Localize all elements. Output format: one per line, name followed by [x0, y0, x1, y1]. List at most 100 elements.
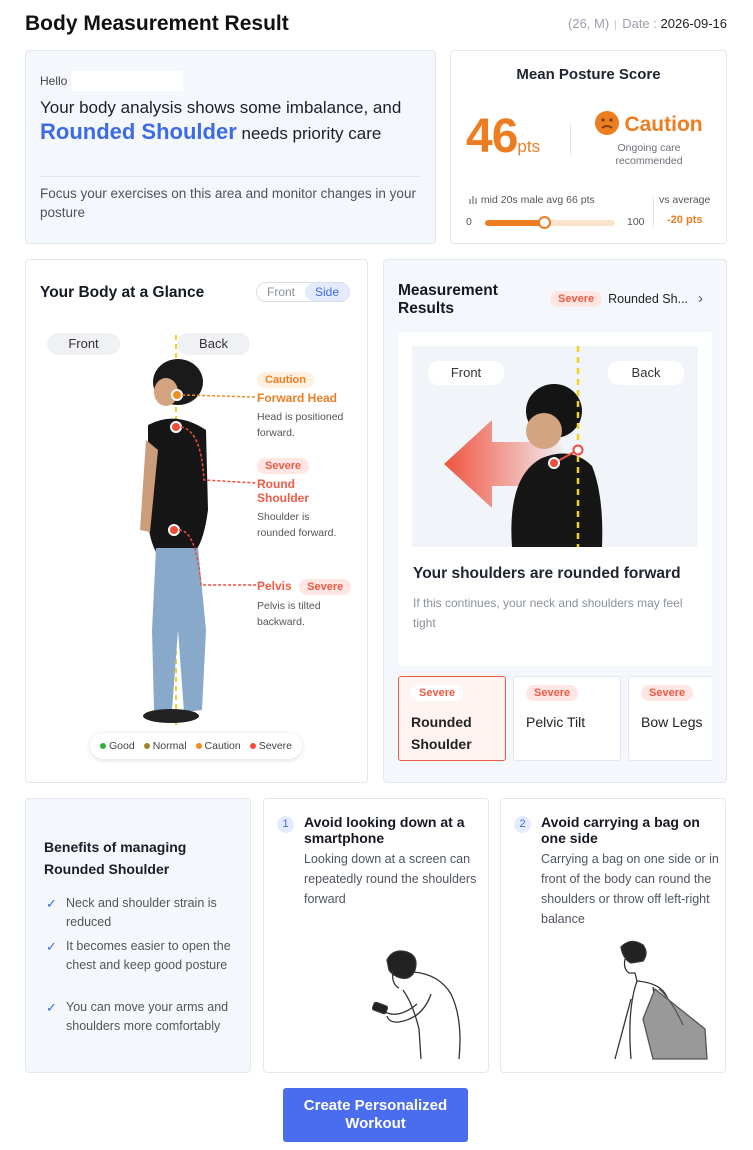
view-toggle[interactable]: Front Side — [256, 282, 351, 302]
tip-title: Avoid carrying a bag on one side — [541, 814, 700, 846]
finding-desc: Shoulder is rounded forward. — [257, 511, 337, 539]
divider — [570, 123, 571, 155]
date-label: Date : — [622, 16, 657, 31]
severe-badge: Severe — [411, 685, 464, 701]
results-title: Measurement Results — [398, 282, 498, 317]
tab-name: Pelvic Tilt — [526, 714, 586, 730]
frown-face-icon — [595, 111, 619, 135]
severe-badge: Severe — [257, 458, 310, 474]
caution-dot-icon — [195, 743, 202, 750]
severe-badge: Severe — [299, 579, 352, 595]
result-detail-panel: Front Back Your shoulders are rounded fo… — [398, 332, 712, 666]
bar-chart-icon — [469, 196, 477, 204]
result-tab-pelvic-tilt[interactable]: Severe Pelvic Tilt — [513, 676, 621, 761]
benefit-item: It becomes easier to open the chest and … — [66, 939, 231, 972]
result-heading: Your shoulders are rounded forward — [413, 565, 681, 582]
measurement-results-card: Measurement Results Severe Rounded Sh...… — [383, 259, 727, 783]
finding-pelvis: Pelvis Severe Pelvis is tilted backward. — [257, 577, 367, 630]
status-legend: Good Normal Caution Severe — [90, 733, 303, 759]
status-label: Caution — [624, 113, 703, 136]
score-value-group: 46pts — [466, 109, 540, 164]
user-name-redacted — [71, 71, 184, 91]
divider — [40, 176, 420, 177]
result-tab-rounded-shoulder[interactable]: Severe Rounded Shoulder — [398, 676, 506, 761]
score-slider-knob — [538, 216, 552, 229]
result-image: Front Back — [412, 346, 698, 547]
scale-min: 0 — [466, 216, 472, 228]
finding-desc: Head is positioned forward. — [257, 411, 344, 439]
create-workout-button[interactable]: Create Personalized Workout — [283, 1088, 468, 1142]
tip-desc: Looking down at a screen can repeatedly … — [304, 852, 477, 906]
tip-card-2: 2 Avoid carrying a bag on one side Carry… — [500, 798, 726, 1073]
divider — [653, 197, 654, 227]
header-meta: (26, M) Date : 2026-09-16 — [568, 16, 727, 31]
vs-value: -20 pts — [667, 214, 703, 226]
benefit-item: You can move your arms and shoulders mor… — [66, 1000, 229, 1033]
chevron-right-icon[interactable]: › — [698, 290, 703, 307]
score-unit: pts — [517, 137, 541, 156]
result-selector[interactable]: Severe Rounded Sh... › — [550, 290, 703, 307]
severe-dot-icon — [249, 743, 256, 750]
check-icon: ✓ — [46, 939, 57, 954]
shoulder-closeup-figure — [444, 346, 603, 547]
finding-round-shoulder: Severe Round Shoulder Shoulder is rounde… — [257, 456, 367, 541]
summary-headline: Your body analysis shows some imbalance,… — [40, 96, 415, 146]
avg-label: mid 20s male avg 66 pts — [480, 194, 595, 206]
benefits-card: Benefits of managing Rounded Shoulder ✓ … — [25, 798, 251, 1073]
user-info: (26, M) — [568, 16, 610, 31]
score-card: Mean Posture Score 46pts Caution Ongoing… — [450, 50, 727, 244]
status-group: Caution — [594, 110, 703, 137]
score-value: 46 — [466, 110, 518, 163]
caution-badge: Caution — [257, 372, 314, 388]
headline-post: needs priority care — [241, 124, 382, 143]
tip-number: 1 — [277, 816, 294, 833]
finding-name: Pelvis — [257, 579, 292, 593]
legend-normal: Normal — [143, 740, 187, 752]
hello-label: Hello — [40, 74, 68, 89]
front-label: Front — [47, 333, 120, 355]
severe-badge: Severe — [550, 290, 603, 307]
tip-number: 2 — [514, 816, 531, 833]
person-bag-illustration — [614, 940, 708, 1060]
finding-name: Forward Head — [257, 391, 338, 405]
finding-name: Round Shoulder — [257, 477, 310, 505]
person-phone-illustration — [371, 950, 461, 1060]
selected-result: Rounded Sh... — [608, 291, 689, 306]
normal-dot-icon — [143, 743, 150, 750]
result-tab-bow-legs[interactable]: Severe Bow Legs — [628, 676, 712, 761]
page-title: Body Measurement Result — [25, 12, 289, 35]
benefit-item: Neck and shoulder strain is reduced — [66, 896, 217, 929]
glance-title: Your Body at a Glance — [40, 284, 205, 301]
tab-name: Rounded Shoulder — [411, 714, 472, 752]
scale-max: 100 — [627, 216, 645, 228]
score-slider-fill — [485, 220, 545, 226]
avg-group: mid 20s male avg 66 pts — [468, 194, 595, 206]
score-slider-track — [485, 216, 615, 229]
glance-card: Your Body at a Glance Front Side Front B… — [25, 259, 368, 783]
tip-title: Avoid looking down at a smartphone — [304, 814, 465, 846]
tip-desc: Carrying a bag on one side or in front o… — [541, 852, 719, 926]
tab-name: Bow Legs — [641, 714, 703, 730]
status-sub: Ongoing care recommended — [615, 142, 683, 167]
check-icon: ✓ — [46, 896, 57, 911]
headline-pre: Your body analysis shows some imbalance,… — [40, 98, 402, 117]
headline-accent: Rounded Shoulder — [40, 119, 237, 144]
focus-text: Focus your exercises on this area and mo… — [40, 186, 416, 220]
severe-badge: Severe — [526, 685, 579, 701]
toggle-front[interactable]: Front — [257, 283, 305, 301]
vs-label: vs average — [659, 194, 711, 206]
summary-card: Hello Your body analysis shows some imba… — [25, 50, 436, 244]
finding-forward-head: Caution Forward Head Head is positioned … — [257, 370, 367, 441]
tip-card-1: 1 Avoid looking down at a smartphone Loo… — [263, 798, 489, 1073]
toggle-side[interactable]: Side — [305, 283, 350, 301]
date-value: 2026-09-16 — [660, 16, 728, 31]
legend-caution: Caution — [195, 740, 241, 752]
score-title: Mean Posture Score — [516, 66, 661, 83]
severe-badge: Severe — [641, 685, 694, 701]
finding-desc: Pelvis is tilted backward. — [257, 600, 321, 628]
legend-severe: Severe — [249, 740, 292, 752]
result-sub: If this continues, your neck and shoulde… — [413, 596, 683, 630]
benefits-title: Benefits of managing Rounded Shoulder — [44, 839, 187, 877]
legend-good: Good — [100, 740, 135, 752]
divider — [615, 19, 617, 30]
